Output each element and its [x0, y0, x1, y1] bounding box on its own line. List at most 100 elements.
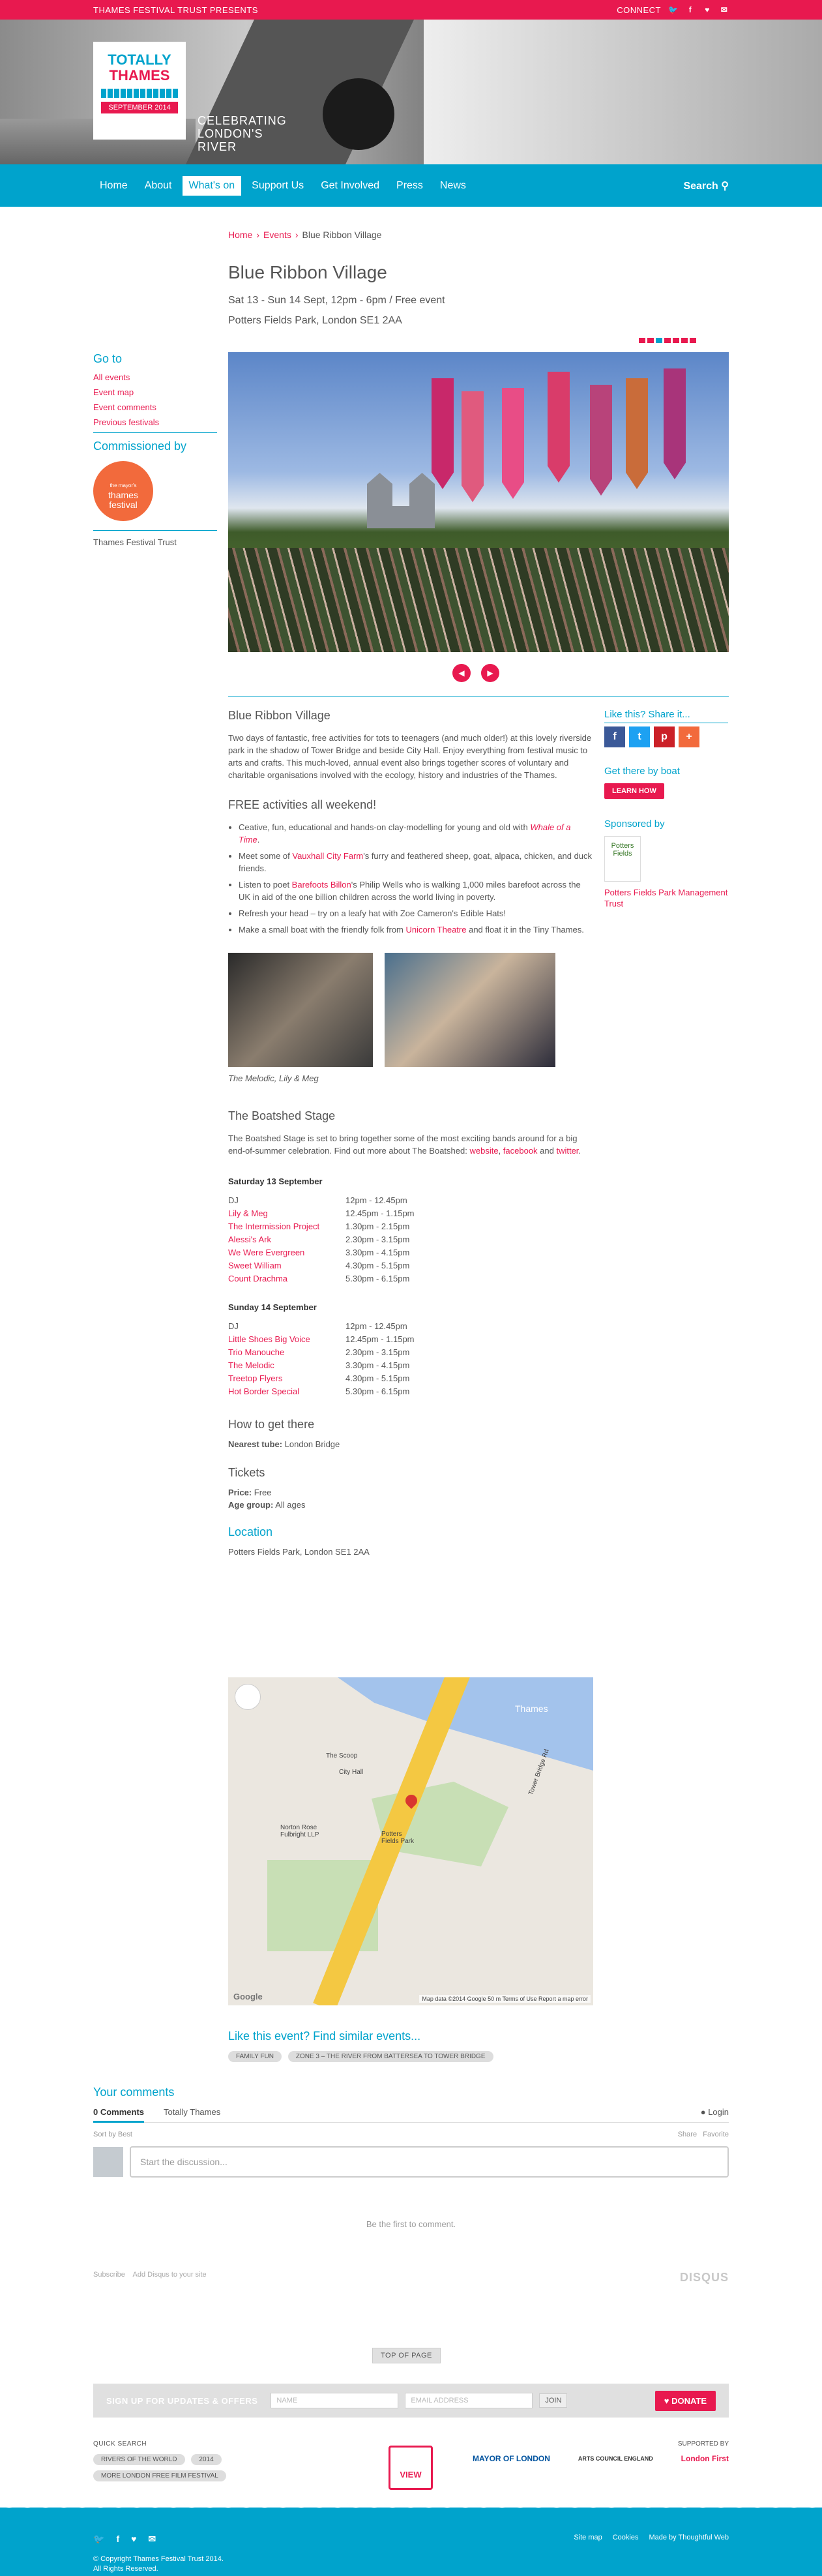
tag-2014[interactable]: 2014 [191, 2454, 222, 2465]
sponsor-logo[interactable]: Potters Fields [604, 836, 641, 882]
stage-website-link[interactable]: website [469, 1146, 498, 1156]
heart-icon[interactable]: ♥ [131, 2534, 136, 2545]
mail-icon[interactable]: ✉ [720, 5, 729, 14]
disqus-logo[interactable]: DISQUS [680, 2271, 729, 2284]
login-button[interactable]: ● Login [701, 2107, 729, 2117]
item-text: and float it in the Tiny Thames. [466, 925, 584, 935]
band-name[interactable]: Count Drachma [228, 1272, 345, 1285]
favorite-button[interactable]: Favorite [703, 2131, 729, 2138]
name-input[interactable]: NAME [271, 2393, 399, 2408]
facebook-share-icon[interactable]: f [604, 726, 625, 747]
comment-input[interactable]: Start the discussion... [130, 2146, 729, 2178]
band-name[interactable]: Lily & Meg [228, 1207, 345, 1220]
comments-tabs: 0 Comments Totally Thames ● Login [93, 2107, 729, 2123]
twitter-share-icon[interactable]: t [629, 726, 650, 747]
nav-news[interactable]: News [433, 176, 473, 196]
stage-twitter-link[interactable]: twitter [556, 1146, 578, 1156]
learn-how-button[interactable]: LEARN HOW [604, 783, 664, 799]
farm-link[interactable]: Vauxhall City Farm [292, 851, 363, 861]
london-first-logo[interactable]: London First [681, 2454, 729, 2463]
breadcrumb-sep-icon: › [295, 230, 299, 240]
event-dates: Sat 13 - Sun 14 Sept, 12pm - 6pm / Free … [228, 295, 445, 306]
facebook-icon[interactable]: f [686, 5, 695, 14]
twitter-icon[interactable]: 🐦 [668, 5, 678, 14]
gallery-dot[interactable] [647, 338, 654, 343]
sort-dropdown[interactable]: Sort by Best [93, 2131, 132, 2138]
band-name[interactable]: Treetop Flyers [228, 1372, 345, 1385]
add-disqus-link[interactable]: Add Disqus to your site [133, 2271, 207, 2279]
band-name[interactable]: Alessi's Ark [228, 1233, 345, 1246]
photo-tower-bridge [367, 473, 435, 528]
photo-flag [432, 378, 454, 489]
tab-community[interactable]: Totally Thames [164, 2107, 220, 2117]
stage-facebook-link[interactable]: facebook [503, 1146, 538, 1156]
prev-arrow-icon[interactable]: ◀ [452, 664, 471, 682]
band-name[interactable]: Little Shoes Big Voice [228, 1333, 345, 1346]
facebook-icon[interactable]: f [116, 2534, 119, 2545]
breadcrumb-sep-icon: › [256, 230, 260, 240]
band-name[interactable]: Sweet William [228, 1259, 345, 1272]
link-previous-festivals[interactable]: Previous festivals [93, 417, 217, 427]
schedule-row: DJ 12pm - 12.45pm [228, 1320, 593, 1333]
link-all-events[interactable]: All events [93, 372, 217, 382]
location-map[interactable]: The Scoop City Hall Norton Rose Fulbrigh… [228, 1677, 593, 2005]
arts-council-logo[interactable]: ARTS COUNCIL ENGLAND [578, 2455, 653, 2462]
add-share-icon[interactable]: + [679, 726, 699, 747]
band-name[interactable]: We Were Evergreen [228, 1246, 345, 1259]
calendar-view-button[interactable]: VIEW [389, 2446, 433, 2490]
map-credit[interactable]: Map data ©2014 Google 50 m Terms of Use … [419, 1995, 591, 2003]
mail-icon[interactable]: ✉ [148, 2534, 156, 2545]
thames-festival-logo[interactable]: the mayor's thames festival [93, 461, 153, 521]
breadcrumb-home[interactable]: Home [228, 230, 252, 240]
nav-about[interactable]: About [138, 176, 179, 196]
nav-whats-on[interactable]: What's on [182, 175, 242, 196]
top-of-page-button[interactable]: TOP OF PAGE [372, 2348, 441, 2363]
tag-rivers[interactable]: RIVERS OF THE WORLD [93, 2454, 185, 2465]
share-button[interactable]: Share [678, 2131, 697, 2138]
twitter-icon[interactable]: 🐦 [93, 2534, 104, 2545]
footer-link-sitemap[interactable]: Site map [574, 2534, 602, 2541]
footer-link-madeby[interactable]: Made by Thoughtful Web [649, 2534, 729, 2541]
band-name[interactable]: The Melodic [228, 1359, 345, 1372]
join-button[interactable]: JOIN [539, 2393, 568, 2408]
gallery-dot[interactable] [690, 338, 696, 343]
gallery-dot-active[interactable] [656, 338, 662, 343]
band-name[interactable]: Trio Manouche [228, 1346, 345, 1359]
gallery-dot[interactable] [639, 338, 645, 343]
subscribe-link[interactable]: Subscribe [93, 2271, 125, 2279]
similar-heading: Like this event? Find similar events... [228, 2029, 421, 2043]
gallery-dot[interactable] [681, 338, 688, 343]
map-pan-control[interactable] [235, 1684, 261, 1710]
nav-home[interactable]: Home [93, 176, 134, 196]
divider [228, 696, 729, 697]
gallery-dot[interactable] [664, 338, 671, 343]
link-event-map[interactable]: Event map [93, 387, 217, 397]
email-input[interactable]: EMAIL ADDRESS [405, 2393, 533, 2408]
age-info: Age group: All ages [228, 1499, 593, 1511]
sponsor-link[interactable]: Potters Fields Park Management Trust [604, 888, 727, 908]
unicorn-link[interactable]: Unicorn Theatre [406, 925, 467, 935]
next-arrow-icon[interactable]: ▶ [481, 664, 499, 682]
heart-icon[interactable]: ♥ [703, 5, 712, 14]
gallery-dot[interactable] [673, 338, 679, 343]
search-button[interactable]: Search ⚲ [683, 179, 729, 192]
tag-family-fun[interactable]: FAMILY FUN [228, 2051, 282, 2062]
tag-zone-3[interactable]: ZONE 3 – THE RIVER FROM BATTERSEA TO TOW… [287, 2051, 493, 2062]
breadcrumb-events[interactable]: Events [263, 230, 291, 240]
pinterest-share-icon[interactable]: p [654, 726, 675, 747]
link-event-comments[interactable]: Event comments [93, 402, 217, 412]
donate-button[interactable]: ♥ DONATE [654, 2390, 716, 2411]
set-time: 3.30pm - 4.15pm [345, 1248, 410, 1257]
age-label: Age group: [228, 1500, 274, 1510]
band-name[interactable]: The Intermission Project [228, 1220, 345, 1233]
mayor-logo[interactable]: MAYOR OF LONDON [473, 2454, 550, 2463]
footer-link-cookies[interactable]: Cookies [613, 2534, 639, 2541]
nav-support-us[interactable]: Support Us [245, 176, 310, 196]
site-logo[interactable]: TOTALLY THAMES SEPTEMBER 2014 [93, 42, 186, 140]
tag-film-festival[interactable]: MORE LONDON FREE FILM FESTIVAL [93, 2470, 226, 2481]
nav-get-involved[interactable]: Get Involved [314, 176, 386, 196]
band-name[interactable]: Hot Border Special [228, 1385, 345, 1398]
nav-press[interactable]: Press [390, 176, 430, 196]
barefoots-link[interactable]: Barefoots Billon [292, 880, 351, 890]
tab-comments[interactable]: 0 Comments [93, 2107, 145, 2123]
